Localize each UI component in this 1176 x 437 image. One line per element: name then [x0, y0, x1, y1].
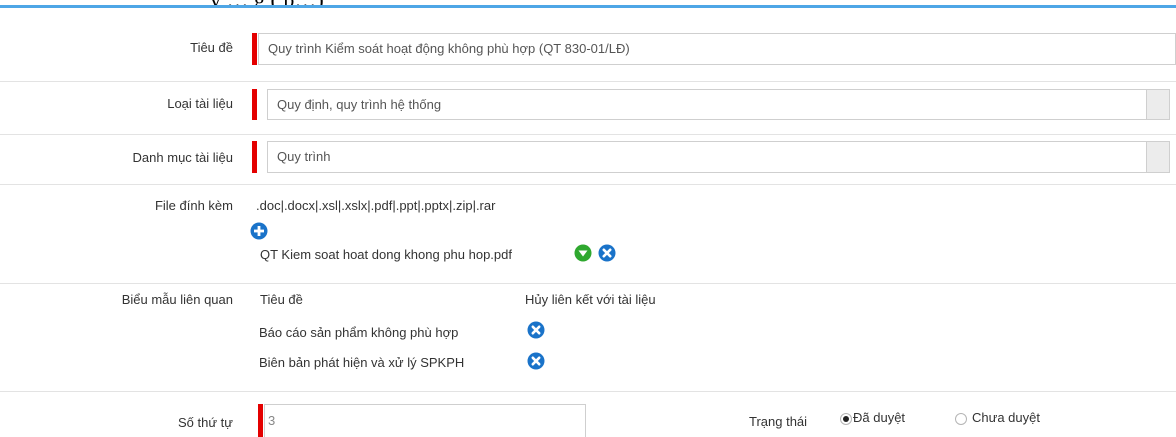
status-approved-label[interactable]: Đã duyệt: [853, 410, 905, 425]
related-forms-label: Biểu mẫu liên quan: [121, 292, 233, 307]
top-rule: y … g ( p…): [0, 0, 1176, 8]
remove-icon[interactable]: [598, 244, 616, 262]
attachment-file-name[interactable]: QT Kiem soat hoat dong khong phu hop.pdf: [260, 247, 512, 262]
top-rule-bar: [0, 5, 1176, 8]
related-forms-col-title: Tiêu đề: [260, 292, 303, 307]
add-icon[interactable]: [250, 222, 268, 240]
order-status-row: Số thứ tự 3 Trạng thái Đã duyệt Chưa duy…: [0, 391, 1176, 437]
category-select[interactable]: Quy trình: [267, 141, 1170, 173]
related-form-item[interactable]: Biên bản phát hiện và xử lý SPKPH: [259, 355, 464, 370]
attachment-label: File đính kèm: [154, 198, 233, 213]
required-marker: [252, 33, 257, 65]
title-label: Tiêu đề: [190, 40, 233, 55]
dropdown-button[interactable]: [1146, 90, 1169, 119]
doc-type-value: Quy định, quy trình hệ thống: [277, 97, 442, 112]
doc-type-select[interactable]: Quy định, quy trình hệ thống: [267, 89, 1170, 120]
category-row: Danh mục tài liệu Quy trình: [0, 134, 1176, 185]
download-icon[interactable]: [574, 244, 592, 262]
required-marker: [258, 404, 263, 437]
remove-icon[interactable]: [527, 321, 545, 339]
doc-type-row: Loại tài liệu Quy định, quy trình hệ thố…: [0, 81, 1176, 135]
dropdown-button[interactable]: [1146, 142, 1169, 172]
remove-icon[interactable]: [527, 352, 545, 370]
required-marker: [252, 141, 257, 173]
title-input[interactable]: Quy trình Kiểm soát hoạt động không phù …: [258, 33, 1176, 65]
related-form-item[interactable]: Báo cáo sản phẩm không phù hợp: [259, 325, 458, 340]
allowed-file-types: .doc|.docx|.xsl|.xslx|.pdf|.ppt|.pptx|.z…: [256, 198, 496, 213]
related-forms-col-unlink: Hủy liên kết với tài liệu: [525, 292, 656, 307]
order-label: Số thứ tự: [178, 415, 233, 430]
status-unapproved-radio[interactable]: [955, 413, 967, 425]
required-marker: [252, 89, 257, 120]
attachment-row: File đính kèm .doc|.docx|.xsl|.xslx|.pdf…: [0, 184, 1176, 284]
related-forms-row: Biểu mẫu liên quan Tiêu đề Hủy liên kết …: [0, 283, 1176, 392]
category-label: Danh mục tài liệu: [132, 150, 233, 165]
doc-type-label: Loại tài liệu: [167, 96, 233, 111]
order-input[interactable]: 3: [264, 404, 586, 437]
category-value: Quy trình: [277, 149, 331, 164]
status-approved-radio[interactable]: [840, 413, 852, 425]
status-unapproved-label[interactable]: Chưa duyệt: [972, 410, 1040, 425]
status-label: Trạng thái: [749, 414, 808, 429]
title-row: Tiêu đề Quy trình Kiểm soát hoạt động kh…: [0, 17, 1176, 82]
